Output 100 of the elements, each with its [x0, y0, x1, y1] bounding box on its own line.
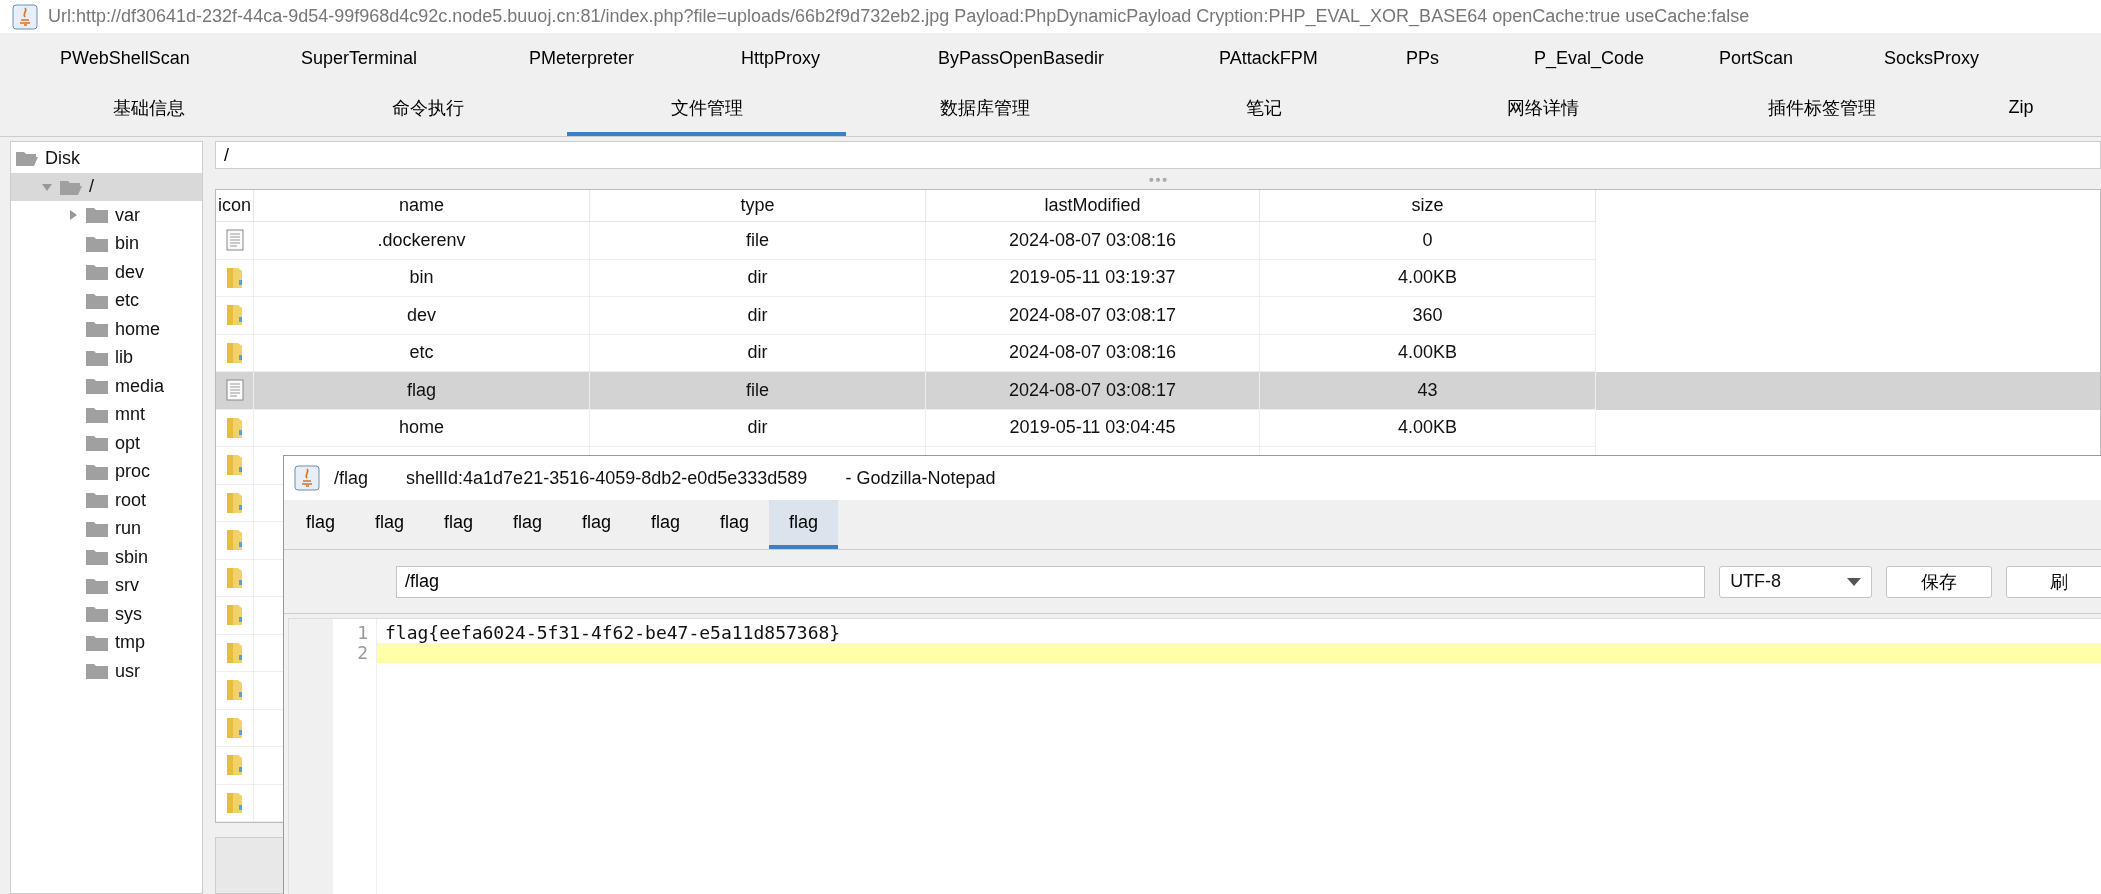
- main-tab[interactable]: Zip: [1961, 83, 2081, 136]
- file-tab[interactable]: flag: [493, 500, 562, 549]
- plugin-tab[interactable]: PPs: [1406, 47, 1534, 69]
- table-cell: .dockerenv: [254, 222, 590, 260]
- main-tab[interactable]: 笔记: [1124, 83, 1404, 136]
- toolbar-button[interactable]: 保存: [1886, 565, 1992, 598]
- path-field[interactable]: /flag: [396, 565, 1706, 598]
- table-cell: file: [590, 372, 926, 410]
- tree-item[interactable]: usr: [11, 657, 202, 686]
- main-tab[interactable]: 数据库管理: [846, 83, 1125, 136]
- expand-icon[interactable]: [67, 209, 79, 222]
- line-number: 1: [356, 623, 369, 643]
- encoding-select[interactable]: UTF-8: [1719, 565, 1872, 598]
- folder-icon: [85, 377, 109, 396]
- plugin-tab[interactable]: PAttackFPM: [1219, 47, 1406, 69]
- plugin-tab[interactable]: PMeterpreter: [529, 47, 741, 69]
- folder-icon: [224, 565, 245, 590]
- app-icon: [294, 465, 320, 491]
- file-tab[interactable]: flag: [424, 500, 493, 549]
- tree-item[interactable]: /: [11, 172, 202, 201]
- table-cell: 0: [1260, 222, 1596, 260]
- tree-item[interactable]: mnt: [11, 400, 202, 429]
- tree-item[interactable]: lib: [11, 343, 202, 372]
- file-tab[interactable]: flag: [769, 500, 838, 549]
- table-cell: 360: [1260, 297, 1596, 335]
- text-editor[interactable]: 1 2 flag{eefa6024-5f31-4f62-be47-e5a11d857368}: [288, 618, 2101, 894]
- plugin-tab[interactable]: PWebShellScan: [60, 47, 301, 69]
- tree-item[interactable]: var: [11, 201, 202, 230]
- folder-icon: [85, 462, 109, 481]
- file-tab[interactable]: flag: [700, 500, 769, 549]
- folder-icon: [85, 234, 109, 253]
- folder-icon: [85, 548, 109, 567]
- folder-icon: [15, 149, 39, 168]
- caret-icon: [1847, 577, 1861, 586]
- main-tab[interactable]: 插件标签管理: [1682, 83, 1961, 136]
- tree-item[interactable]: Disk: [11, 144, 202, 173]
- table-cell: 43: [1260, 372, 1596, 410]
- app-icon: [12, 3, 38, 30]
- table-cell: 2024-08-07 03:08:17: [926, 297, 1260, 335]
- tree-item[interactable]: opt: [11, 429, 202, 458]
- tree-item[interactable]: proc: [11, 457, 202, 486]
- folder-icon: [85, 263, 109, 282]
- splitter-handle[interactable]: [1148, 177, 1168, 184]
- tree-item[interactable]: tmp: [11, 628, 202, 657]
- main-tab[interactable]: 基础信息: [10, 83, 289, 136]
- main-tab[interactable]: 命令执行: [288, 83, 568, 136]
- shell-id: shellId:4a1d7e21-3516-4059-8db2-e0d5e333d589: [406, 467, 808, 489]
- plugin-tab[interactable]: HttpProxy: [741, 47, 938, 69]
- main-tab[interactable]: 文件管理: [567, 83, 847, 136]
- table-cell: dir: [590, 297, 926, 335]
- path-field[interactable]: /: [215, 141, 2101, 170]
- tree-item[interactable]: sbin: [11, 543, 202, 572]
- tree-item[interactable]: run: [11, 514, 202, 543]
- file-tab[interactable]: flag: [631, 500, 700, 549]
- tree-item[interactable]: home: [11, 315, 202, 344]
- folder-icon: [85, 491, 109, 510]
- file-tab[interactable]: flag: [562, 500, 631, 549]
- table-cell: 2024-08-07 03:08:17: [926, 372, 1260, 410]
- folder-icon: [224, 415, 245, 440]
- tree-item[interactable]: root: [11, 486, 202, 515]
- folder-icon: [224, 715, 245, 740]
- plugin-tab[interactable]: SocksProxy: [1884, 47, 2084, 69]
- folder-icon: [85, 348, 109, 367]
- file-tab[interactable]: flag: [355, 500, 424, 549]
- tree-item[interactable]: srv: [11, 571, 202, 600]
- folder-icon: [224, 340, 245, 365]
- folder-icon: [224, 753, 245, 778]
- folder-icon: [85, 519, 109, 538]
- folder-icon: [85, 320, 109, 339]
- line-number: 2: [356, 643, 369, 663]
- folder-icon: [224, 790, 245, 815]
- plugin-tab[interactable]: ByPassOpenBasedir: [938, 47, 1219, 69]
- folder-icon: [224, 453, 245, 478]
- document-icon: [225, 229, 244, 252]
- plugin-tab[interactable]: PortScan: [1719, 47, 1884, 69]
- folder-icon: [85, 605, 109, 624]
- table-row[interactable]: flag file 2024-08-07 03:08:17 43: [216, 372, 2100, 410]
- folder-icon: [224, 490, 245, 515]
- toolbar-button[interactable]: 刷: [2006, 565, 2101, 598]
- folder-icon: [85, 405, 109, 424]
- main-tab[interactable]: 网络详情: [1403, 83, 1683, 136]
- tree-item[interactable]: media: [11, 372, 202, 401]
- code-line: flag{eefa6024-5f31-4f62-be47-e5a11d857368}: [384, 623, 842, 643]
- folder-icon: [85, 633, 109, 652]
- table-cell: 2024-08-07 03:08:16: [926, 222, 1260, 260]
- document-icon: [225, 379, 244, 402]
- table-cell: file: [590, 222, 926, 260]
- tree-item[interactable]: bin: [11, 229, 202, 258]
- folder-icon: [85, 206, 109, 225]
- folder-icon: [224, 303, 245, 328]
- folder-icon: [224, 528, 245, 553]
- plugin-tab[interactable]: SuperTerminal: [301, 47, 529, 69]
- plugin-tab[interactable]: P_Eval_Code: [1534, 47, 1719, 69]
- tree-item[interactable]: sys: [11, 600, 202, 629]
- folder-icon: [224, 603, 245, 628]
- tree-item[interactable]: dev: [11, 258, 202, 287]
- file-tab[interactable]: flag: [286, 500, 355, 549]
- folder-icon: [85, 291, 109, 310]
- tree-item[interactable]: etc: [11, 286, 202, 315]
- folder-icon: [224, 640, 245, 665]
